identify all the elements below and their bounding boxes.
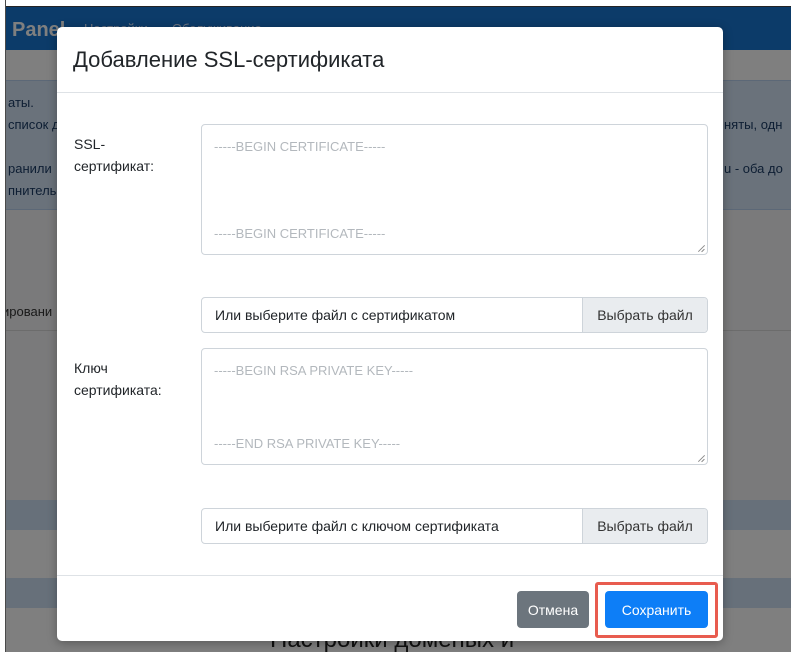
key-file-input[interactable]: Или выберите файл с ключом сертификата В… <box>201 508 708 544</box>
key-placeholder-end: -----END RSA PRIVATE KEY----- <box>214 436 401 451</box>
save-highlight-box <box>595 582 718 638</box>
cert-browse-button[interactable]: Выбрать файл <box>582 298 707 332</box>
cert-placeholder-end: -----BEGIN CERTIFICATE----- <box>214 226 386 241</box>
resize-handle-icon[interactable] <box>697 244 705 252</box>
key-textarea[interactable]: -----BEGIN RSA PRIVATE KEY----- -----END… <box>201 348 708 465</box>
cancel-button[interactable]: Отмена <box>517 591 589 628</box>
cert-file-label: Или выберите файл с сертификатом <box>215 307 456 323</box>
key-label: Ключ сертификата: <box>74 360 162 398</box>
ssl-certificate-modal: Добавление SSL-сертификата SSL-сертифика… <box>57 27 723 641</box>
window-edge <box>0 0 6 652</box>
resize-handle-icon[interactable] <box>697 454 705 462</box>
key-file-label: Или выберите файл с ключом сертификата <box>215 518 499 534</box>
cert-placeholder-begin: -----BEGIN CERTIFICATE----- <box>214 139 386 154</box>
cert-label: SSL-сертификат: <box>74 136 155 174</box>
modal-header: Добавление SSL-сертификата <box>57 27 723 93</box>
key-placeholder-begin: -----BEGIN RSA PRIVATE KEY----- <box>214 363 414 378</box>
modal-title: Добавление SSL-сертификата <box>73 47 385 72</box>
cert-textarea[interactable]: -----BEGIN CERTIFICATE----- -----BEGIN C… <box>201 124 708 255</box>
cert-file-input[interactable]: Или выберите файл с сертификатом Выбрать… <box>201 297 708 333</box>
key-browse-button[interactable]: Выбрать файл <box>582 509 707 543</box>
